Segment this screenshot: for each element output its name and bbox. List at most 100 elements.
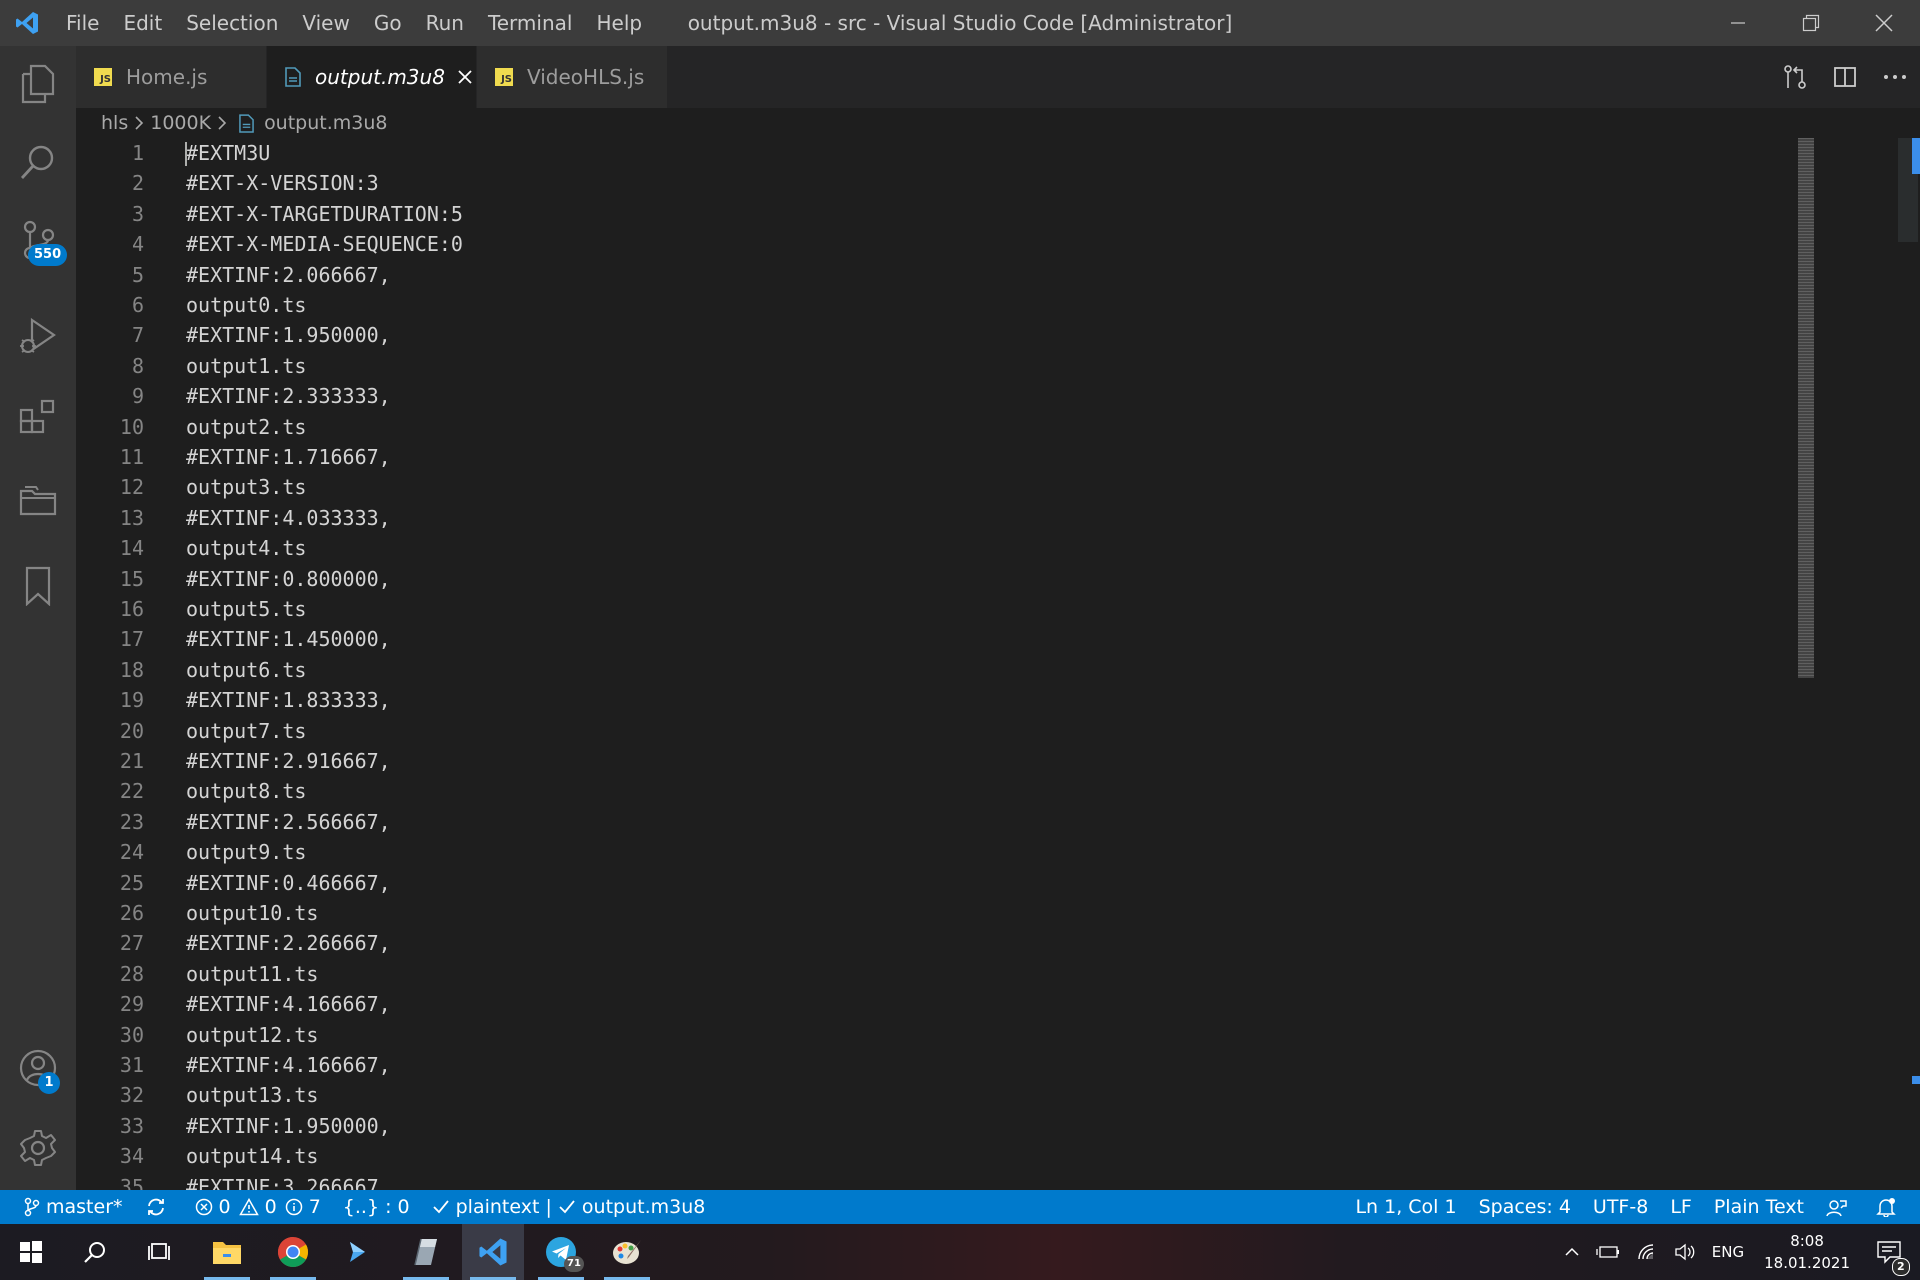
more-actions-icon[interactable]: [1870, 46, 1920, 108]
editor-actions: [1770, 46, 1920, 108]
line-text: output4.ts: [186, 536, 307, 560]
action-center-icon[interactable]: 2: [1862, 1240, 1920, 1276]
explorer-icon[interactable]: [0, 46, 76, 122]
branch-name: master*: [46, 1196, 123, 1218]
line-text: output8.ts: [186, 779, 307, 803]
line-number: 20: [119, 719, 144, 743]
close-window-button[interactable]: [1847, 0, 1920, 46]
git-branch-icon: [24, 1197, 40, 1217]
line-text: output6.ts: [186, 658, 307, 682]
file-explorer-icon[interactable]: [196, 1224, 258, 1280]
open-changes-icon[interactable]: [1770, 46, 1820, 108]
problems-status[interactable]: 0 0 7: [184, 1190, 332, 1224]
menu-terminal[interactable]: Terminal: [476, 0, 585, 46]
menu-file[interactable]: File: [54, 0, 111, 46]
project-manager-icon[interactable]: [0, 462, 76, 538]
language-check-status[interactable]: plaintext | output.m3u8: [421, 1190, 717, 1224]
line-text: #EXTINF:1.950000,: [186, 1114, 391, 1138]
clock-date: 18.01.2021: [1764, 1254, 1850, 1272]
run-debug-icon[interactable]: [0, 298, 76, 374]
search-icon[interactable]: [0, 124, 76, 200]
menu-run[interactable]: Run: [414, 0, 476, 46]
vscode-taskbar-icon[interactable]: [462, 1224, 524, 1280]
vertical-scrollbar[interactable]: [1896, 138, 1920, 1190]
taskbar-search-icon[interactable]: [64, 1224, 126, 1280]
tab-videohls-js[interactable]: JS VideoHLS.js: [477, 46, 667, 108]
encoding-status[interactable]: UTF-8: [1582, 1190, 1659, 1224]
windows-start-icon[interactable]: [0, 1224, 62, 1280]
line-text: #EXTINF:2.333333,: [186, 384, 391, 408]
line-number: 27: [119, 931, 144, 955]
breadcrumb-item[interactable]: output.m3u8: [264, 112, 387, 134]
settings-gear-icon[interactable]: [0, 1110, 76, 1186]
menu-view[interactable]: View: [290, 0, 361, 46]
error-count: 0: [218, 1196, 231, 1218]
breadcrumb-item[interactable]: hls: [101, 112, 128, 134]
line-text: #EXTM3U: [186, 141, 271, 165]
line-text: #EXTINF:4.166667,: [186, 992, 391, 1016]
indentation-status[interactable]: Spaces: 4: [1468, 1190, 1582, 1224]
extensions-icon[interactable]: [0, 380, 76, 456]
line-number: 12: [119, 475, 144, 499]
task-view-icon[interactable]: [128, 1224, 190, 1280]
input-language[interactable]: ENG: [1704, 1243, 1752, 1261]
tab-output-m3u8[interactable]: output.m3u8: [267, 46, 476, 108]
notifications-bell-icon[interactable]: [1865, 1190, 1920, 1224]
telegram-icon[interactable]: 71: [530, 1224, 592, 1280]
line-text: #EXTINF:2.566667,: [186, 810, 391, 834]
split-editor-icon[interactable]: [1820, 46, 1870, 108]
line-text: output11.ts: [186, 962, 319, 986]
code-editor[interactable]: 1 #EXTM3U 2 #EXT-X-VERSION:3 3 #EXT-X-TARGETD…: [76, 138, 1920, 1190]
line-number: 6: [131, 293, 144, 317]
line-number: 3: [131, 202, 144, 226]
powershell-icon[interactable]: [328, 1224, 390, 1280]
line-number: 29: [119, 992, 144, 1016]
show-hidden-icons-icon[interactable]: [1556, 1247, 1588, 1257]
notification-count-badge: 2: [1892, 1258, 1910, 1276]
line-text: output0.ts: [186, 293, 307, 317]
line-number: 9: [131, 384, 144, 408]
json-status[interactable]: {..} : 0: [332, 1190, 421, 1224]
restore-button[interactable]: [1774, 0, 1847, 46]
activity-bar: 550 1: [0, 46, 76, 1190]
text-cursor: [185, 142, 187, 166]
minimize-button[interactable]: [1701, 0, 1774, 46]
line-number: 35: [119, 1175, 144, 1190]
notepad-app-icon[interactable]: [395, 1224, 457, 1280]
language-mode-status[interactable]: Plain Text: [1703, 1190, 1815, 1224]
eol-status[interactable]: LF: [1659, 1190, 1703, 1224]
volume-icon[interactable]: [1666, 1243, 1704, 1261]
paint-icon[interactable]: [596, 1224, 658, 1280]
menu-help[interactable]: Help: [584, 0, 654, 46]
close-icon: [1874, 14, 1893, 32]
menu-edit[interactable]: Edit: [111, 0, 174, 46]
chrome-icon[interactable]: [262, 1224, 324, 1280]
wifi-icon[interactable]: [1628, 1243, 1666, 1261]
bookmarks-icon[interactable]: [0, 548, 76, 624]
tab-home-js[interactable]: JS Home.js: [76, 46, 266, 108]
sync-button[interactable]: [134, 1190, 184, 1224]
line-number: 28: [119, 962, 144, 986]
line-text: output7.ts: [186, 719, 307, 743]
cursor-position[interactable]: Ln 1, Col 1: [1344, 1190, 1467, 1224]
close-tab-icon[interactable]: [457, 69, 473, 85]
menu-go[interactable]: Go: [362, 0, 414, 46]
line-number: 15: [119, 567, 144, 591]
menu-selection[interactable]: Selection: [174, 0, 290, 46]
js-file-icon: JS: [495, 68, 513, 86]
accounts-icon[interactable]: 1: [0, 1030, 76, 1106]
check-icon: [559, 1200, 575, 1214]
branch-status[interactable]: master*: [0, 1190, 134, 1224]
feedback-icon[interactable]: [1815, 1190, 1865, 1224]
line-text: #EXTINF:2.266667,: [186, 931, 391, 955]
minimap[interactable]: [1798, 138, 1814, 678]
battery-icon[interactable]: [1588, 1244, 1628, 1260]
line-text: output3.ts: [186, 475, 307, 499]
vscode-logo-icon: [0, 0, 54, 46]
line-number: 5: [131, 263, 144, 287]
source-control-icon[interactable]: 550: [0, 202, 76, 278]
line-number: 31: [119, 1053, 144, 1077]
breadcrumb-item[interactable]: 1000K: [150, 112, 211, 134]
line-number: 10: [119, 415, 144, 439]
system-clock[interactable]: 8:08 18.01.2021: [1752, 1230, 1862, 1274]
